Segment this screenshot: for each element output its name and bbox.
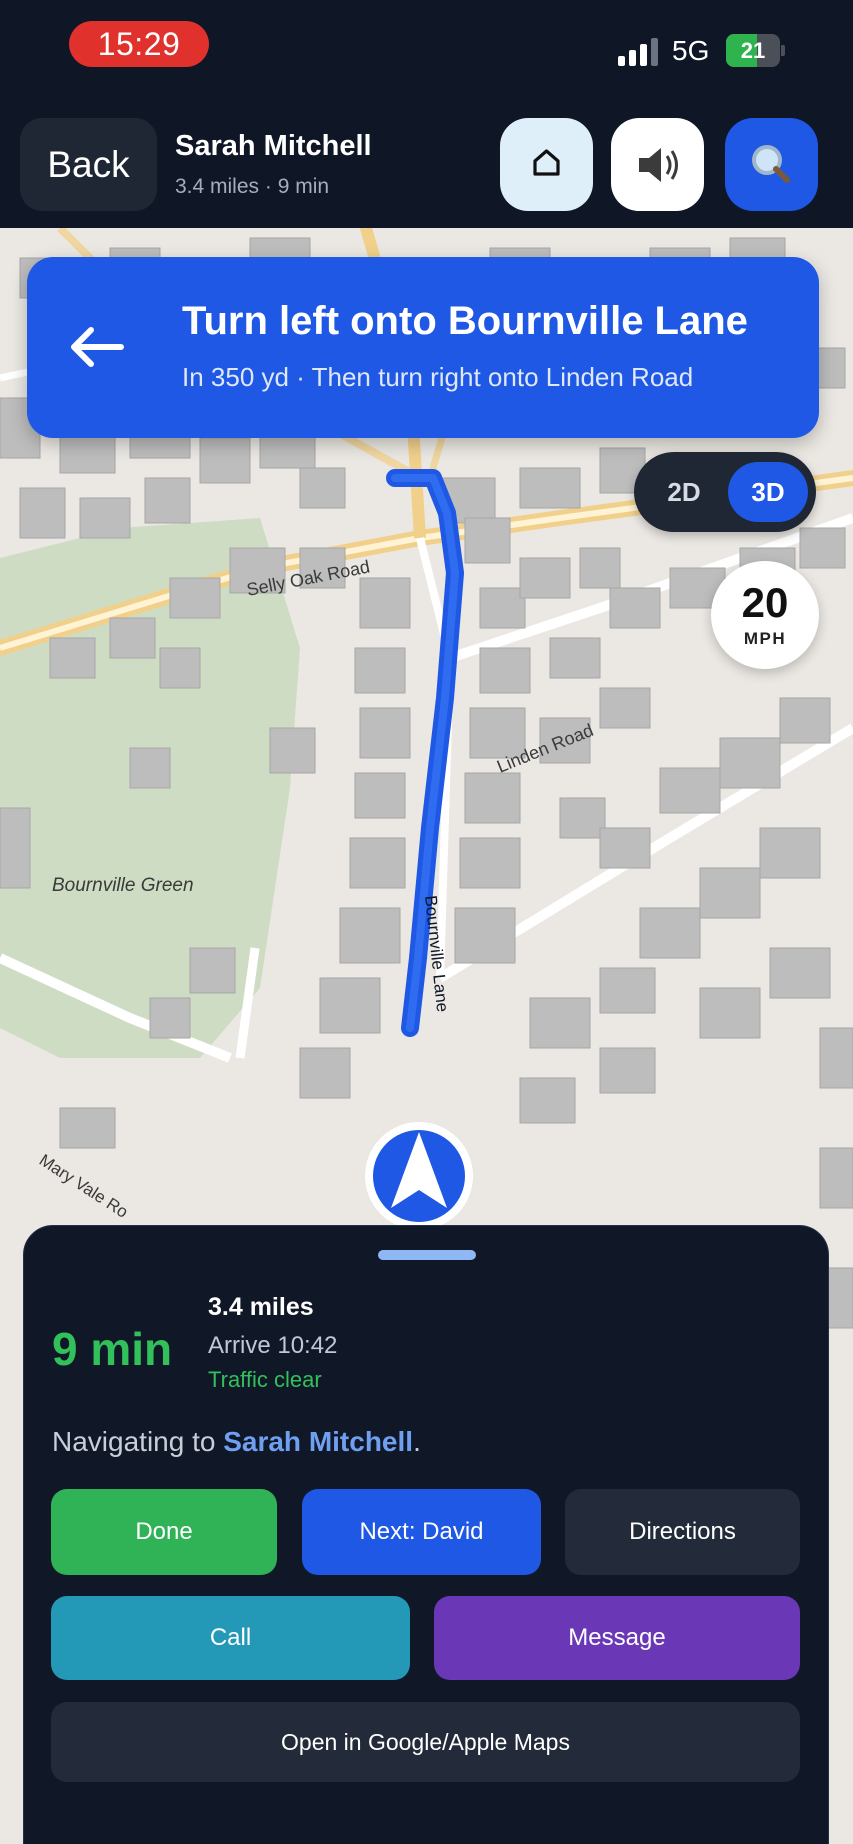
current-location-icon xyxy=(365,1122,473,1230)
view-2d-button[interactable]: 2D xyxy=(644,462,724,522)
contact-trip-meta: 3.4 miles · 9 min xyxy=(175,175,330,198)
navigating-suffix: . xyxy=(413,1426,421,1457)
navigation-screen: Selly Oak Road Linden Road Bournville Gr… xyxy=(0,0,853,1844)
battery-percent: 21 xyxy=(740,38,766,63)
battery-icon: 21 xyxy=(726,34,780,67)
speed-limit-value: 20 xyxy=(741,579,789,626)
back-button[interactable]: Back xyxy=(20,118,157,211)
status-time: 15:29 xyxy=(69,21,209,67)
arrival-time: Arrive 10:42 xyxy=(208,1332,338,1359)
sound-button[interactable] xyxy=(611,118,704,211)
status-bar: 15:29 5G 21 xyxy=(0,0,853,100)
message-button[interactable]: Message xyxy=(434,1596,800,1680)
navigating-to-text: Navigating to Sarah Mitchell. xyxy=(52,1426,421,1458)
view-mode-toggle: 2D 3D xyxy=(634,452,816,532)
turn-instruction-subtitle: In 350 yd · Then turn right onto Linden … xyxy=(182,362,694,392)
trip-distance: 3.4 miles xyxy=(208,1293,314,1321)
speaker-icon xyxy=(639,148,678,182)
navigating-target-name: Sarah Mitchell xyxy=(223,1426,414,1457)
call-button[interactable]: Call xyxy=(51,1596,410,1680)
navigating-prefix: Navigating to xyxy=(52,1426,224,1457)
home-icon xyxy=(533,149,560,176)
trip-bottom-sheet: 9 min 3.4 miles Arrive 10:42 Traffic cle… xyxy=(23,1225,829,1844)
signal-icon xyxy=(618,38,660,66)
label-bournville-green: Bournville Green xyxy=(52,875,194,896)
search-button[interactable] xyxy=(725,118,818,211)
next-stop-button[interactable]: Next: David xyxy=(302,1489,541,1575)
speed-limit-sign: 20 MPH xyxy=(711,561,819,669)
open-in-maps-button[interactable]: Open in Google/Apple Maps xyxy=(51,1702,800,1782)
done-button[interactable]: Done xyxy=(51,1489,277,1575)
contact-name: Sarah Mitchell xyxy=(175,130,372,162)
eta-duration: 9 min xyxy=(52,1323,173,1375)
sheet-drag-handle[interactable] xyxy=(378,1250,476,1260)
turn-instruction-banner: Turn left onto Bournville Lane In 350 yd… xyxy=(27,257,819,438)
home-button[interactable] xyxy=(500,118,593,211)
arrow-left-icon xyxy=(71,327,124,367)
directions-button[interactable]: Directions xyxy=(565,1489,800,1575)
network-type: 5G xyxy=(672,35,710,66)
search-icon xyxy=(752,145,790,183)
speed-limit-unit: MPH xyxy=(743,629,787,648)
battery-nub xyxy=(781,45,785,56)
traffic-status: Traffic clear xyxy=(208,1367,322,1392)
view-3d-button[interactable]: 3D xyxy=(728,462,808,522)
top-nav: Back Sarah Mitchell 3.4 miles · 9 min xyxy=(0,100,853,228)
turn-instruction-title: Turn left onto Bournville Lane xyxy=(182,299,748,343)
